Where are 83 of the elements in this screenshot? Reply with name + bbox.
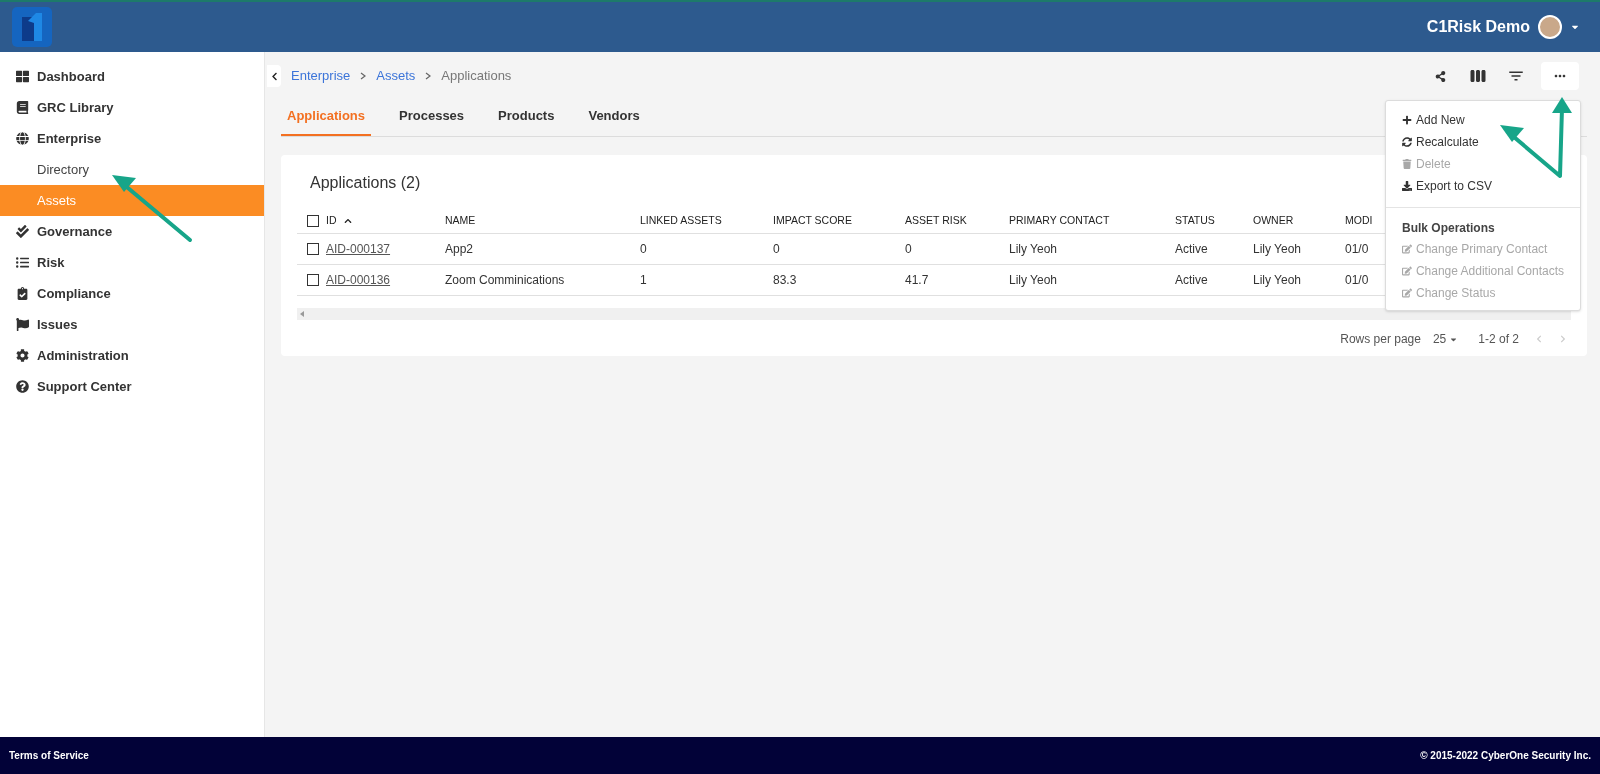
dashboard-icon: [16, 70, 29, 83]
tab[interactable]: Vendors: [582, 98, 646, 136]
edit-icon: [1402, 244, 1412, 254]
checkbox[interactable]: [307, 274, 319, 286]
table-cell-text: Lily Yeoh: [1253, 241, 1302, 258]
column-header[interactable]: PRIMARY CONTACT: [1009, 213, 1110, 229]
table-cell-text: 0: [773, 241, 780, 258]
table-cell-text: Lily Yeoh: [1253, 272, 1302, 289]
columns-icon: [1469, 67, 1487, 85]
sidebar-item[interactable]: Risk: [0, 247, 264, 278]
card-title: Applications (2): [310, 173, 421, 193]
table-cell-text: Active: [1175, 241, 1208, 258]
id-link[interactable]: AID-000136: [326, 271, 391, 289]
table-cell-text: Lily Yeoh: [1009, 241, 1058, 258]
terms-link[interactable]: Terms of Service: [9, 748, 89, 763]
table-cell-text: 01/0: [1345, 241, 1369, 258]
list-icon: [16, 256, 29, 269]
chevron-left-icon: [269, 71, 279, 81]
menu-item[interactable]: Export to CSV: [1386, 175, 1580, 197]
download-icon: [1402, 181, 1412, 191]
logo-icon: [12, 7, 52, 47]
book-icon: [16, 101, 29, 114]
breadcrumb-link[interactable]: Assets: [376, 66, 416, 86]
double-check-icon: [16, 225, 29, 238]
chevron-right-icon: [425, 72, 432, 80]
share-icon: [1434, 70, 1446, 82]
sidebar-item[interactable]: Administration: [0, 340, 264, 371]
user-name[interactable]: C1Risk Demo: [1426, 15, 1530, 39]
table-cell-text: 1: [640, 272, 647, 289]
column-header[interactable]: ASSET RISK: [905, 213, 967, 229]
help-icon: [16, 380, 29, 393]
sidebar-item[interactable]: Dashboard: [0, 61, 264, 92]
sidebar-item[interactable]: Issues: [0, 309, 264, 340]
page-range: 1-2 of 2: [1478, 331, 1519, 348]
avatar[interactable]: [1538, 15, 1562, 39]
horizontal-scrollbar[interactable]: [297, 308, 1571, 320]
menu-section-title: Bulk Operations: [1401, 220, 1496, 237]
sidebar-item[interactable]: Governance: [0, 216, 264, 247]
id-link[interactable]: AID-000137: [326, 240, 391, 258]
table-cell-text: App2: [445, 241, 474, 258]
table-cell-text: Lily Yeoh: [1009, 272, 1058, 289]
settings-icon: [16, 349, 29, 362]
sidebar-subitem[interactable]: Directory: [0, 154, 264, 185]
table-cell-text: 41.7: [905, 272, 929, 289]
menu-item[interactable]: Recalculate: [1386, 131, 1580, 153]
table-cell-text: Active: [1175, 272, 1208, 289]
rows-per-page-select[interactable]: 25: [1432, 330, 1459, 348]
column-header[interactable]: MODI: [1345, 213, 1373, 229]
flag-icon: [16, 318, 29, 331]
table-cell-text: 0: [640, 241, 647, 258]
edit-icon: [1402, 266, 1412, 276]
column-header[interactable]: OWNER: [1253, 213, 1294, 229]
sidebar-item[interactable]: Compliance: [0, 278, 264, 309]
table-cell-text: 01/0: [1345, 272, 1369, 289]
table-cell-text: 0: [905, 241, 912, 258]
sidebar-item[interactable]: Enterprise: [0, 123, 264, 154]
menu-item[interactable]: Add New: [1386, 109, 1580, 131]
column-header[interactable]: IMPACT SCORE: [773, 213, 852, 229]
copyright: © 2015-2022 CyberOne Security Inc.: [1420, 749, 1591, 763]
sidebar-item[interactable]: GRC Library: [0, 92, 264, 123]
tab[interactable]: Products: [492, 98, 561, 136]
trash-icon: [1402, 159, 1412, 169]
chevron-right-icon: [360, 72, 367, 80]
column-header[interactable]: LINKED ASSETS: [640, 213, 722, 229]
breadcrumb-current: Applications: [441, 67, 512, 86]
table-cell-text: Zoom Comminications: [445, 272, 565, 289]
tab[interactable]: Processes: [393, 98, 471, 136]
column-header[interactable]: NAME: [445, 213, 476, 229]
rows-per-page-label: Rows per page: [1340, 331, 1421, 348]
breadcrumb-link[interactable]: Enterprise: [291, 66, 351, 86]
plus-icon: [1402, 115, 1412, 125]
table-cell-text: 83.3: [773, 272, 797, 289]
refresh-icon: [1402, 137, 1412, 147]
sort-icon[interactable]: [343, 217, 352, 225]
clipboard-icon: [16, 287, 29, 300]
globe-icon: [16, 132, 29, 145]
column-header[interactable]: ID: [326, 213, 337, 229]
collapse-button[interactable]: [267, 65, 281, 87]
checkbox[interactable]: [307, 243, 319, 255]
sidebar-item[interactable]: Support Center: [0, 371, 264, 402]
edit-icon: [1402, 288, 1412, 298]
column-header[interactable]: STATUS: [1175, 213, 1215, 229]
checkbox[interactable]: [307, 215, 319, 227]
